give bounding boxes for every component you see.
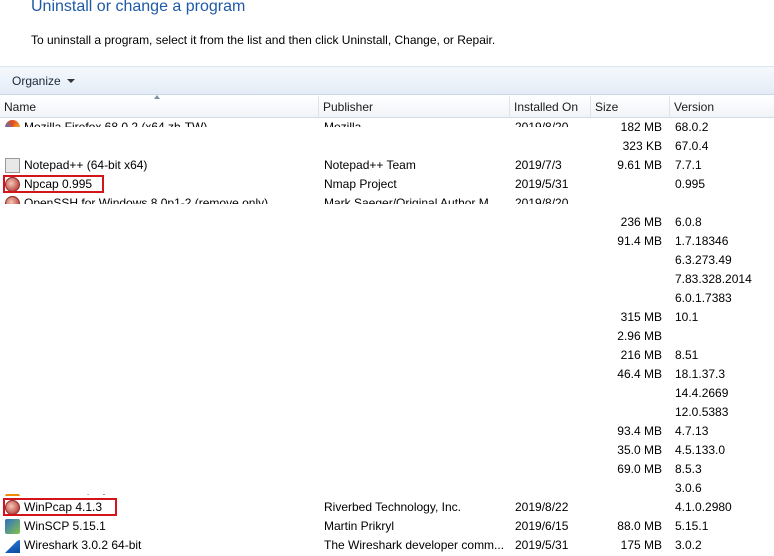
program-version: 67.0.4 [675, 139, 709, 153]
program-size [595, 498, 662, 517]
program-size: 88.0 MB [617, 519, 662, 533]
page-subtitle: To uninstall a program, select it from t… [31, 33, 496, 47]
program-size [595, 384, 662, 403]
program-row[interactable]: Notepad++ (64-bit x64) Notepad++ Team 2019… [0, 156, 774, 175]
program-name: Notepad++ (64-bit x64) [24, 158, 148, 172]
highlight-box [3, 175, 104, 193]
program-version: 4.1.0.2980 [675, 500, 732, 514]
program-publisher: Riverbed Technology, Inc. [324, 500, 461, 514]
programs-and-features-window: Uninstall or change a program To uninsta… [0, 0, 774, 556]
sort-ascending-icon [154, 95, 160, 99]
column-header-installed-on[interactable]: Installed On [510, 96, 591, 118]
program-version: 4.7.13 [675, 424, 709, 438]
program-size [595, 289, 662, 308]
program-size: 182 MB [620, 120, 662, 134]
program-publisher: Nmap Project [324, 177, 397, 191]
program-version: 68.0.2 [675, 120, 709, 134]
program-version: 7.7.1 [675, 158, 702, 172]
program-version: 10.1 [675, 310, 699, 324]
program-size: 2.96 MB [617, 329, 662, 343]
redaction-block [0, 127, 572, 157]
column-header: Name Publisher Installed On Size Version [0, 95, 774, 118]
column-header-version-label: Version [674, 100, 715, 114]
column-header-size-label: Size [595, 100, 619, 114]
program-size: 236 MB [620, 215, 662, 229]
program-version: 8.5.3 [675, 462, 702, 476]
organize-label: Organize [12, 74, 61, 88]
program-size: 315 MB [620, 310, 662, 324]
program-version: 18.1.37.3 [675, 367, 726, 381]
program-installed-on: 2019/6/15 [515, 519, 569, 533]
program-size [595, 403, 662, 422]
program-row[interactable]: WinSCP 5.15.1 Martin Prikryl 2019/6/15 88.0… [0, 517, 774, 536]
program-size: 93.4 MB [617, 424, 662, 438]
column-header-version[interactable]: Version [670, 96, 774, 118]
program-version [675, 194, 774, 213]
program-version: 6.0.1.7383 [675, 291, 732, 305]
organize-button[interactable]: Organize [4, 71, 83, 91]
program-name: Wireshark 3.0.2 64-bit [24, 538, 142, 552]
program-size: 46.4 MB [617, 367, 662, 381]
program-installed-on: 2019/8/22 [515, 500, 569, 514]
column-header-size[interactable]: Size [591, 96, 670, 118]
column-header-name[interactable]: Name [0, 95, 319, 118]
program-publisher: Martin Prikryl [324, 519, 395, 533]
program-size: 91.4 MB [617, 234, 662, 248]
chevron-down-icon [66, 79, 75, 83]
program-row[interactable]: Npcap 0.995 Nmap Project 2019/5/31 0.995 [0, 175, 774, 194]
program-size [595, 175, 662, 194]
program-size [595, 194, 662, 213]
program-version [675, 327, 774, 346]
program-row[interactable]: WinPcap 4.1.3 Riverbed Technology, Inc. 20… [0, 498, 774, 517]
program-size [595, 251, 662, 270]
column-header-publisher-label: Publisher [323, 100, 374, 114]
program-size [595, 270, 662, 289]
program-name: WinSCP 5.15.1 [24, 519, 106, 533]
program-size [595, 479, 662, 498]
program-version: 0.995 [675, 177, 706, 191]
program-size: 175 MB [620, 538, 662, 552]
program-version: 1.7.18346 [675, 234, 729, 248]
column-header-installed-on-label: Installed On [514, 100, 579, 114]
program-size: 323 KB [622, 139, 662, 153]
program-size: 216 MB [620, 348, 662, 362]
program-installed-on: 2019/5/31 [515, 177, 569, 191]
program-version: 14.4.2669 [675, 386, 729, 400]
program-version: 12.0.5383 [675, 405, 729, 419]
program-version: 6.3.273.49 [675, 253, 732, 267]
highlight-box [3, 498, 117, 516]
program-size: 9.61 MB [617, 158, 662, 172]
program-size: 35.0 MB [617, 443, 662, 457]
program-version: 6.0.8 [675, 215, 702, 229]
program-installed-on: 2019/7/3 [515, 158, 562, 172]
program-version: 7.83.328.2014 [675, 272, 752, 286]
page-title: Uninstall or change a program [31, 0, 246, 15]
program-publisher: Notepad++ Team [324, 158, 416, 172]
redaction-block [0, 204, 572, 494]
program-publisher: The Wireshark developer comm... [324, 538, 505, 552]
program-version: 5.15.1 [675, 519, 709, 533]
program-version: 8.51 [675, 348, 699, 362]
program-size: 69.0 MB [617, 462, 662, 476]
column-header-publisher[interactable]: Publisher [319, 96, 510, 118]
program-version: 3.0.2 [675, 538, 702, 552]
program-row[interactable]: Wireshark 3.0.2 64-bit The Wireshark deve… [0, 536, 774, 555]
column-header-name-label: Name [4, 100, 37, 114]
program-installed-on: 2019/5/31 [515, 538, 569, 552]
program-version: 3.0.6 [675, 481, 702, 495]
toolbar: Organize [0, 66, 774, 95]
program-version: 4.5.133.0 [675, 443, 726, 457]
